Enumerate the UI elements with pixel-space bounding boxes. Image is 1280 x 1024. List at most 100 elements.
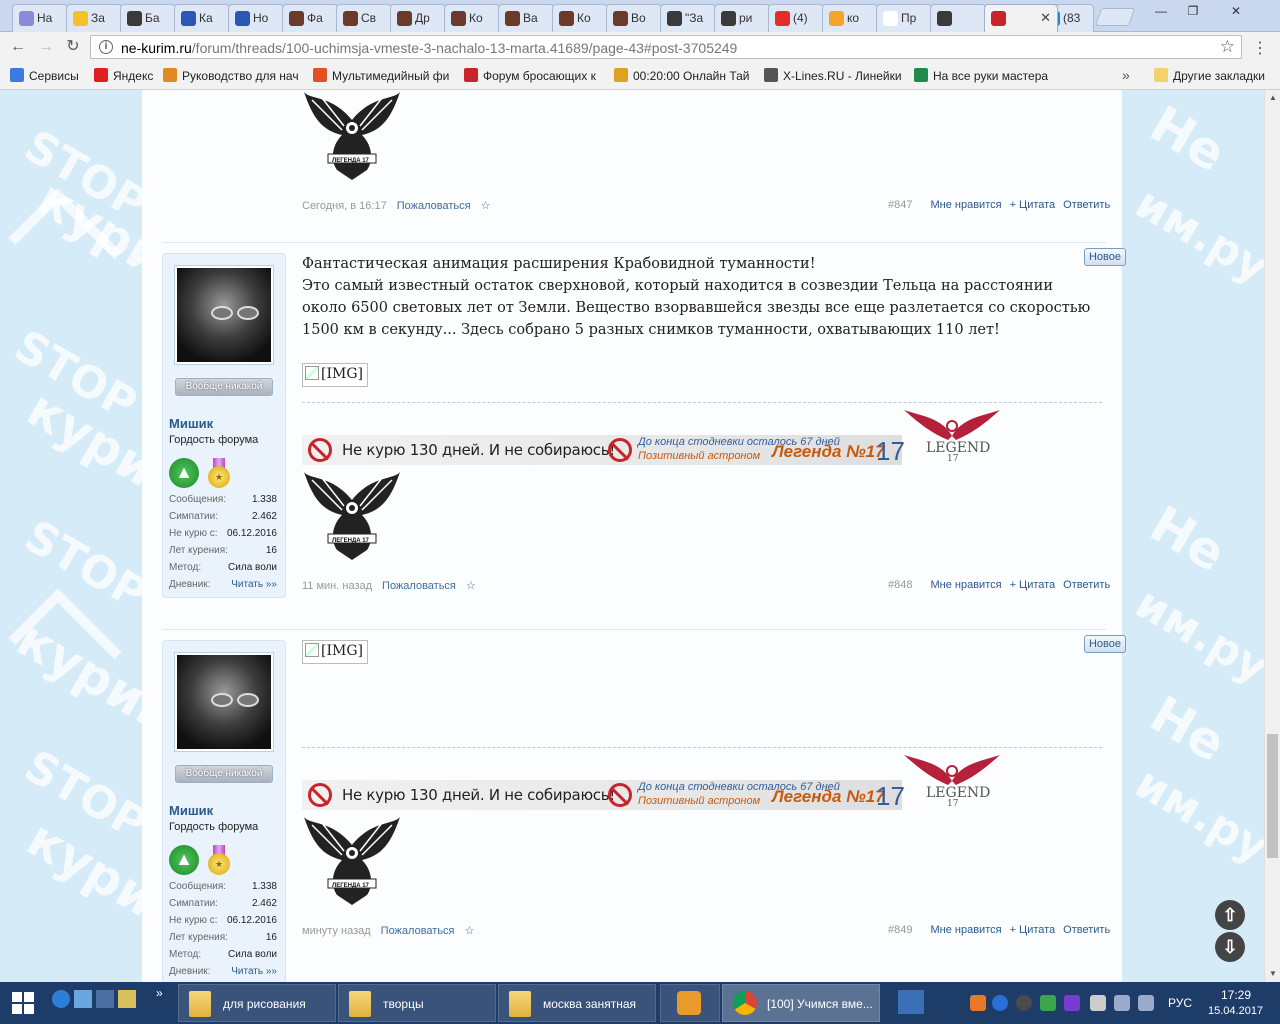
diary-link[interactable]: Читать »» bbox=[231, 579, 277, 590]
tray-network-icon[interactable] bbox=[1114, 995, 1130, 1011]
browser-tab[interactable]: ✕ bbox=[984, 4, 1058, 32]
taskbar-folder-button[interactable]: для рисования bbox=[178, 984, 336, 1022]
start-button[interactable] bbox=[0, 982, 46, 1024]
browser-tab[interactable]: Св bbox=[336, 4, 392, 32]
browser-tab[interactable]: "За bbox=[660, 4, 716, 32]
like-link[interactable]: Мне нравится bbox=[930, 199, 1001, 211]
username-link[interactable]: Мишик bbox=[169, 416, 213, 431]
bookmark-item[interactable]: 00:20:00 Онлайн Тай bbox=[614, 68, 750, 86]
browser-tab[interactable] bbox=[930, 4, 986, 32]
page-scrollbar[interactable]: ▲ ▼ bbox=[1264, 90, 1280, 982]
tray-flag-icon[interactable] bbox=[1090, 995, 1106, 1011]
scroll-to-bottom-icon[interactable]: ⇩ bbox=[1215, 932, 1245, 962]
language-indicator[interactable]: РУС bbox=[1168, 996, 1192, 1010]
broken-image[interactable]: [IMG] bbox=[302, 363, 368, 387]
browser-menu-icon[interactable]: ⋮ bbox=[1252, 38, 1268, 58]
browser-tab[interactable]: ри bbox=[714, 4, 770, 32]
bookmark-other[interactable]: Другие закладки bbox=[1154, 68, 1265, 86]
browser-tab[interactable]: (4) bbox=[768, 4, 824, 32]
avatar[interactable] bbox=[174, 265, 274, 365]
post-time[interactable]: Сегодня, в 16:17 bbox=[302, 200, 387, 212]
browser-tab[interactable]: За bbox=[66, 4, 122, 32]
report-link[interactable]: Пожаловаться bbox=[397, 200, 471, 212]
scrollbar-thumb[interactable] bbox=[1267, 734, 1278, 858]
quote-link[interactable]: + Цитата bbox=[1010, 199, 1056, 211]
browser-tab[interactable]: Ка bbox=[174, 4, 230, 32]
bookmark-item[interactable]: X-Lines.RU - Линейки bbox=[764, 68, 902, 86]
report-link[interactable]: Пожаловаться bbox=[382, 580, 456, 592]
bookmark-item[interactable]: Мультимедийный фи bbox=[313, 68, 449, 86]
tab-close-icon[interactable]: ✕ bbox=[1040, 10, 1051, 26]
quote-link[interactable]: + Цитата bbox=[1010, 924, 1056, 936]
url-text[interactable]: ne-kurim.ru/forum/threads/100-uchimsja-v… bbox=[121, 40, 737, 56]
taskbar-media-button[interactable] bbox=[660, 984, 720, 1022]
post-time[interactable]: минуту назад bbox=[302, 925, 371, 937]
close-window-icon[interactable]: ✕ bbox=[1214, 0, 1258, 22]
post-number[interactable]: #848 bbox=[888, 579, 912, 591]
monitor-icon[interactable] bbox=[96, 990, 114, 1008]
bookmark-star-icon[interactable]: ☆ bbox=[1220, 37, 1235, 57]
tool-icon[interactable] bbox=[118, 990, 136, 1008]
browser-tab[interactable]: Ва bbox=[498, 4, 554, 32]
taskbar-folder-button[interactable]: творцы bbox=[338, 984, 496, 1022]
tray-app-icon[interactable] bbox=[970, 995, 986, 1011]
tray-lightning-icon[interactable] bbox=[992, 995, 1008, 1011]
ie-icon[interactable] bbox=[52, 990, 70, 1008]
tray-app2-icon[interactable] bbox=[1064, 995, 1080, 1011]
bookmark-star-icon[interactable]: ☆ bbox=[481, 200, 491, 212]
browser-tab[interactable]: Фа bbox=[282, 4, 338, 32]
reply-link[interactable]: Ответить bbox=[1063, 199, 1110, 211]
bookmark-item[interactable]: Руководство для нач bbox=[163, 68, 299, 86]
site-info-icon[interactable]: i bbox=[99, 40, 113, 54]
scroll-up-icon[interactable]: ▲ bbox=[1265, 90, 1280, 106]
post-time[interactable]: 11 мин. назад bbox=[302, 580, 372, 592]
desktop-icon[interactable] bbox=[74, 990, 92, 1008]
browser-tab[interactable]: Во bbox=[606, 4, 662, 32]
bookmark-item[interactable]: Яндекс bbox=[94, 68, 153, 86]
report-link[interactable]: Пожаловаться bbox=[381, 925, 455, 937]
forward-icon[interactable]: → bbox=[36, 37, 56, 57]
tray-volume-icon[interactable] bbox=[1138, 995, 1154, 1011]
taskbar-folder-button[interactable]: москва занятная bbox=[498, 984, 656, 1022]
username-link[interactable]: Мишик bbox=[169, 803, 213, 818]
rank-button[interactable]: Вообще никакой bbox=[175, 378, 273, 396]
medal-icon[interactable]: ★ bbox=[207, 845, 231, 875]
clock-time[interactable]: 17:29 bbox=[1221, 988, 1251, 1002]
taskbar-chrome-button[interactable]: [100] Учимся вме... bbox=[722, 984, 880, 1022]
browser-tab[interactable]: Ба bbox=[120, 4, 176, 32]
bookmark-star-icon[interactable]: ☆ bbox=[465, 925, 475, 937]
trophy-arrow-icon[interactable]: ▲ bbox=[169, 845, 199, 875]
reply-link[interactable]: Ответить bbox=[1063, 924, 1110, 936]
post-number[interactable]: #849 bbox=[888, 924, 912, 936]
quicklaunch-overflow-icon[interactable]: » bbox=[156, 986, 174, 1004]
bookmarks-overflow-icon[interactable]: » bbox=[1122, 67, 1130, 83]
bookmark-item[interactable]: Форум бросающих к bbox=[464, 68, 596, 86]
tray-shield-icon[interactable] bbox=[1040, 995, 1056, 1011]
back-icon[interactable]: ← bbox=[8, 37, 28, 57]
minimize-window-icon[interactable]: — bbox=[1146, 0, 1176, 22]
broken-image[interactable]: [IMG] bbox=[302, 640, 368, 664]
bookmark-item[interactable]: Сервисы bbox=[10, 68, 79, 86]
like-link[interactable]: Мне нравится bbox=[930, 579, 1001, 591]
browser-tab[interactable]: Ко bbox=[552, 4, 608, 32]
scroll-down-icon[interactable]: ▼ bbox=[1265, 966, 1280, 982]
browser-tab[interactable]: На bbox=[12, 4, 68, 32]
avatar[interactable] bbox=[174, 652, 274, 752]
quote-link[interactable]: + Цитата bbox=[1010, 579, 1056, 591]
tray-clock-icon[interactable] bbox=[1016, 995, 1032, 1011]
diary-link[interactable]: Читать »» bbox=[231, 966, 277, 977]
maximize-window-icon[interactable]: ❐ bbox=[1178, 0, 1208, 22]
bookmark-star-icon[interactable]: ☆ bbox=[466, 580, 476, 592]
clock-date[interactable]: 15.04.2017 bbox=[1208, 1005, 1263, 1017]
scroll-to-top-icon[interactable]: ⇧ bbox=[1215, 900, 1245, 930]
medal-icon[interactable]: ★ bbox=[207, 458, 231, 488]
reload-icon[interactable]: ↻ bbox=[63, 37, 83, 57]
browser-tab[interactable]: Но bbox=[228, 4, 284, 32]
address-bar[interactable]: i ne-kurim.ru/forum/threads/100-uchimsja… bbox=[90, 35, 1242, 59]
browser-tab[interactable]: Пр bbox=[876, 4, 932, 32]
browser-tab[interactable]: Др bbox=[390, 4, 446, 32]
bookmark-item[interactable]: На все руки мастера bbox=[914, 68, 1048, 86]
browser-tab[interactable]: Ко bbox=[444, 4, 500, 32]
post-number[interactable]: #847 bbox=[888, 199, 912, 211]
reply-link[interactable]: Ответить bbox=[1063, 579, 1110, 591]
